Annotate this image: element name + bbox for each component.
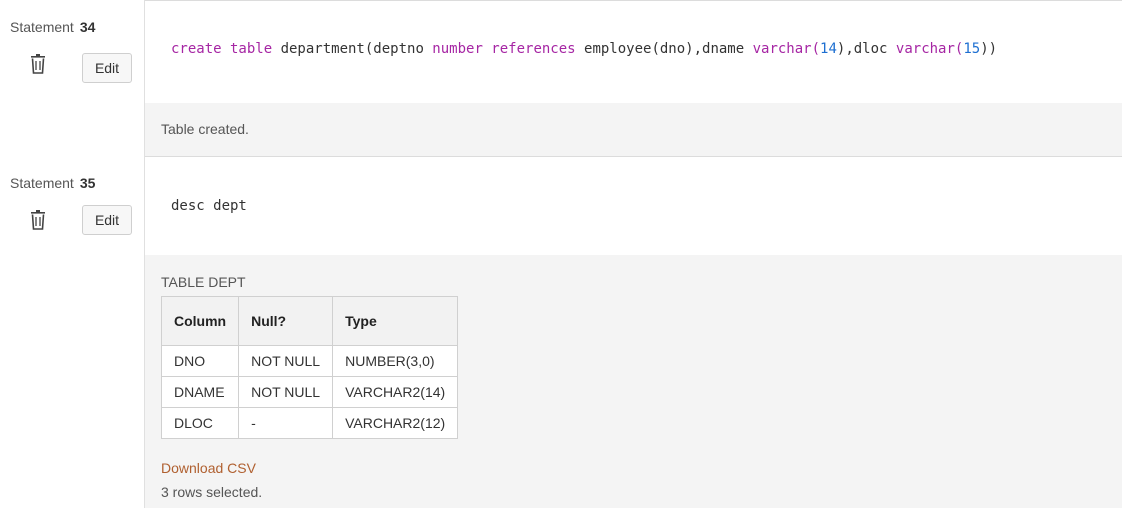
sql-text: ),dloc [836,41,896,57]
table-cell: DLOC [160,407,240,439]
table-cell: NOT NULL [238,345,334,377]
result-panel [145,103,1122,156]
statement-number: 35 [79,175,96,191]
statement-34: Statement 34 Edit create table department… [0,0,1122,156]
statement-number: 34 [79,19,96,35]
result-message: Table created. [161,121,249,137]
table-cell: NOT NULL [238,376,334,408]
statement-label-text: Statement [10,175,74,191]
sql-keyword: varchar( [752,41,821,57]
sql-number: 14 [820,41,837,57]
sql-number: 15 [963,41,981,57]
edit-button[interactable]: Edit [82,53,132,83]
sql-text: )) [980,41,998,57]
rows-selected-text: 3 rows selected. [161,484,263,500]
trash-icon[interactable] [29,210,47,230]
column-header: Type [332,296,459,346]
download-csv-link[interactable]: Download CSV [161,460,256,476]
table-header-row: Column Null? Type [160,296,459,346]
table-cell: DNO [160,345,240,377]
describe-table: Column Null? Type DNO NOT NULL NUMBER(3,… [160,296,459,439]
table-row: DNO NOT NULL NUMBER(3,0) [160,345,459,377]
sql-keyword: number references [432,41,585,57]
sql-text: employee(dno),dname [584,41,753,57]
result-table-title: TABLE DEPT [161,274,246,290]
divider [0,156,1122,157]
column-header: Null? [238,296,334,346]
sql-code[interactable]: create table department(deptno number re… [171,41,997,57]
table-row: DLOC - VARCHAR2(12) [160,407,459,439]
statement-meta: Statement 35 Edit [0,156,145,508]
table-cell: NUMBER(3,0) [332,345,459,377]
statement-meta: Statement 34 Edit [0,0,145,156]
column-header: Column [160,296,240,346]
statement-label: Statement 35 [10,175,95,191]
edit-button[interactable]: Edit [82,205,132,235]
trash-icon[interactable] [29,54,47,74]
divider [0,0,1122,1]
table-cell: VARCHAR2(14) [332,376,459,408]
statement-label-text: Statement [10,19,74,35]
table-cell: DNAME [160,376,240,408]
statement-label: Statement 34 [10,19,95,35]
table-row: DNAME NOT NULL VARCHAR2(14) [160,376,459,408]
sql-text: department(deptno [280,41,433,57]
sql-keyword: create table [171,41,281,57]
sql-keyword: varchar( [895,41,964,57]
table-cell: VARCHAR2(12) [332,407,459,439]
table-cell: - [238,407,334,439]
sql-code[interactable]: desc dept [171,198,247,214]
